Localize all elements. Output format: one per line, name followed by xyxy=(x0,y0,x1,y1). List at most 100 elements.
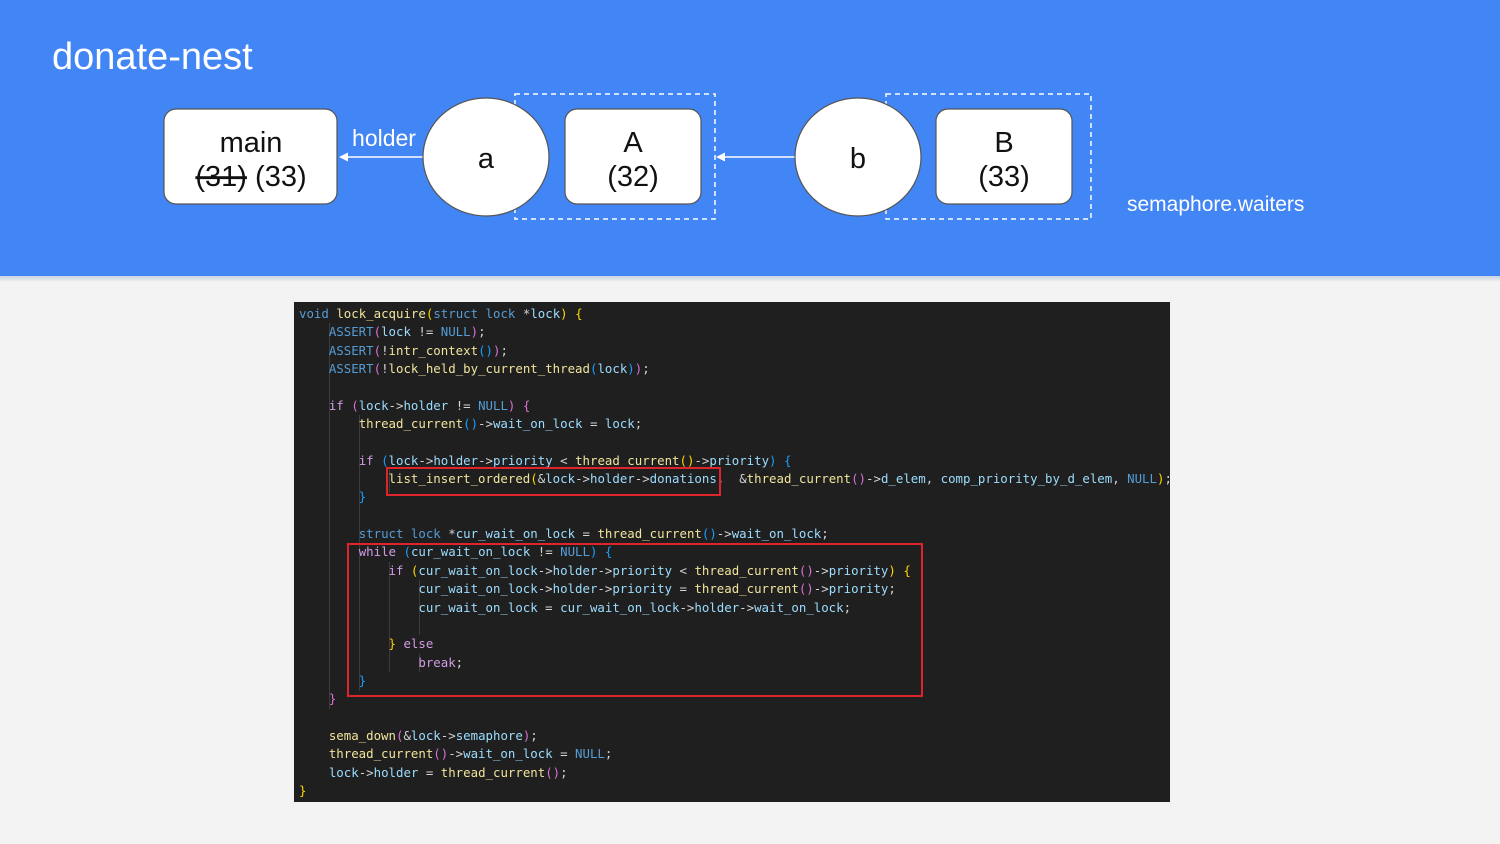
code-token: ( xyxy=(373,342,382,358)
code-token: sema_down xyxy=(328,727,396,743)
code-token: ASSERT xyxy=(328,324,374,340)
code-token: ; xyxy=(560,764,568,780)
code-token: * xyxy=(515,306,531,321)
code-token: -> xyxy=(694,452,710,468)
code-token: lock xyxy=(597,361,628,377)
code-token: ; xyxy=(604,746,613,762)
code-token: wait_on_lock xyxy=(731,526,822,542)
code-token: thread_current xyxy=(746,471,852,487)
code-token: != xyxy=(410,324,441,340)
code-token: ( xyxy=(373,324,382,340)
code-token: { xyxy=(575,306,583,321)
code-token: lock xyxy=(410,727,441,743)
code-line: struct lock *cur_wait_on_lock = thread_c… xyxy=(299,525,1170,543)
code-line: ASSERT(!intr_context()); xyxy=(299,342,1170,360)
code-token: { xyxy=(522,397,531,413)
code-token: () xyxy=(545,764,561,780)
code-token: * xyxy=(440,526,456,542)
code-token: ) xyxy=(560,306,568,321)
code-token: NULL xyxy=(1127,471,1157,487)
code-token: () xyxy=(463,416,479,432)
code-line: if (lock->holder != NULL) { xyxy=(299,397,1170,415)
code-token: = xyxy=(418,764,441,780)
code-token: lock xyxy=(381,324,411,340)
code-token: lock xyxy=(388,452,419,468)
code-token: = xyxy=(575,526,598,542)
code-token: ; xyxy=(500,342,508,358)
code-line: } xyxy=(299,782,1170,800)
code-token: lock xyxy=(358,397,389,413)
code-token: -> xyxy=(478,416,493,432)
old-priority-main: (31) xyxy=(195,161,247,193)
code-token: ) xyxy=(627,361,635,377)
code-line: thread_current()->wait_on_lock = lock; xyxy=(299,415,1170,433)
code-token: if xyxy=(328,397,344,413)
code-screenshot: void lock_acquire(struct lock *lock) { A… xyxy=(294,302,1170,802)
code-line: ASSERT(!lock_held_by_current_thread(lock… xyxy=(299,360,1170,378)
code-token: ; xyxy=(530,727,538,743)
code-token: wait_on_lock xyxy=(492,416,583,432)
wait-arrowhead xyxy=(716,152,725,162)
code-token: ) xyxy=(470,324,479,340)
code-token: () xyxy=(478,342,493,358)
code-token: ; xyxy=(642,361,650,377)
code-token: if xyxy=(358,452,374,468)
code-token: , xyxy=(1112,471,1128,487)
code-token: } xyxy=(358,489,367,505)
code-token: comp_priority_by_d_elem xyxy=(940,471,1113,487)
code-token: = xyxy=(552,746,576,762)
thread-name-A: A xyxy=(623,127,643,159)
code-token: lock xyxy=(604,416,635,432)
code-token: } xyxy=(328,691,337,707)
lock-label-b: b xyxy=(850,143,866,175)
code-token: lock_held_by_current_thread xyxy=(388,361,590,377)
thread-name-main: main xyxy=(220,127,283,159)
code-token: ! xyxy=(381,342,389,358)
code-token: thread_current xyxy=(440,764,546,780)
code-token: d_elem xyxy=(880,471,926,487)
code-line: void lock_acquire(struct lock *lock) { xyxy=(299,305,1170,323)
holder-arrowhead xyxy=(339,152,348,162)
code-token: & xyxy=(403,727,411,743)
code-token: -> xyxy=(358,764,374,780)
code-line: sema_down(&lock->semaphore); xyxy=(299,727,1170,745)
code-token: NULL xyxy=(478,397,508,413)
code-token: ( xyxy=(351,397,359,413)
code-token: -> xyxy=(418,452,434,468)
code-token: < xyxy=(552,452,576,468)
code-token: -> xyxy=(448,746,464,762)
code-token: struct xyxy=(358,526,404,542)
code-token: , xyxy=(925,471,941,487)
code-token: ) xyxy=(769,452,777,468)
code-token: lock xyxy=(530,306,561,321)
code-token: () xyxy=(851,471,867,487)
code-token: lock xyxy=(410,526,441,542)
code-token: thread_current xyxy=(597,526,702,542)
code-token: } xyxy=(299,782,307,798)
code-token: -> xyxy=(866,471,881,487)
code-token: ( xyxy=(373,361,382,377)
code-token: NULL xyxy=(575,746,605,762)
code-token: () xyxy=(433,746,449,762)
highlight-while-loop xyxy=(347,543,923,697)
code-token: () xyxy=(701,526,717,542)
code-token: thread_current xyxy=(575,452,680,468)
code-token: lock_acquire xyxy=(336,306,426,321)
